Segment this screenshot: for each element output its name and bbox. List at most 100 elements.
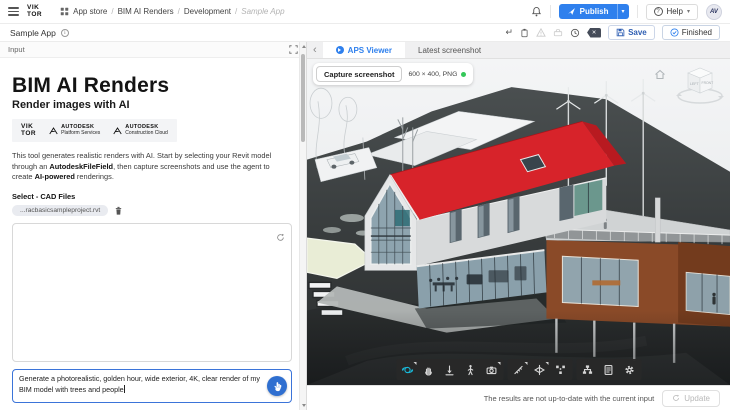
update-label: Update xyxy=(684,394,710,403)
save-icon xyxy=(616,28,625,37)
output-panel: ‹ APS Viewer Latest screenshot xyxy=(307,42,730,410)
grid-icon xyxy=(60,7,69,16)
hand-pointer-icon xyxy=(272,381,283,392)
update-button[interactable]: Update xyxy=(662,390,720,407)
autodesk-construction-cloud-logo: AUTODESK Construction Cloud xyxy=(113,124,168,136)
model-tools-group xyxy=(576,359,641,380)
layers-icon[interactable] xyxy=(553,28,563,37)
app-name: Sample App xyxy=(10,28,56,38)
page-subtitle: Render images with AI xyxy=(12,99,292,111)
home-view-button[interactable] xyxy=(654,67,666,85)
collapse-chevron-icon[interactable]: ‹ xyxy=(307,42,323,58)
viewer-3d-scene[interactable] xyxy=(307,59,730,385)
input-panel-body: BIM AI Renders Render images with AI VIK… xyxy=(0,58,306,410)
breadcrumb-development[interactable]: Development xyxy=(184,7,231,16)
tab-aps-viewer[interactable]: APS Viewer xyxy=(323,42,405,58)
breadcrumb-bim-ai-renders[interactable]: BIM AI Renders xyxy=(118,7,174,16)
partner-logos: VIK TOR AUTODESK Platform Services AU xyxy=(12,119,177,142)
publish-button[interactable]: Publish ▾ xyxy=(559,4,629,19)
page-title: BIM AI Renders xyxy=(12,74,292,98)
app-toolbar: Sample App i ↵ ✕ Save Finis xyxy=(0,24,730,42)
clear-key-icon[interactable]: ✕ xyxy=(587,28,601,38)
app-window: VIK TOR App store / BIM AI Renders / Dev… xyxy=(0,0,730,410)
refresh-icon[interactable] xyxy=(276,229,285,247)
question-icon: ? xyxy=(654,7,663,16)
capture-screenshot-button[interactable]: Capture screenshot xyxy=(316,66,402,82)
avatar[interactable]: AV xyxy=(706,4,722,20)
viktor-logo: VIK TOR xyxy=(27,5,42,18)
autodesk-mark-icon xyxy=(113,127,122,135)
viewcube-front-face: FRONT xyxy=(702,81,714,85)
expand-icon[interactable] xyxy=(289,45,298,54)
finished-button[interactable]: Finished xyxy=(662,25,720,40)
properties-button[interactable] xyxy=(598,360,619,379)
measure-tool-button[interactable] xyxy=(508,360,529,379)
save-button[interactable]: Save xyxy=(608,25,655,40)
breadcrumb-sample-app: Sample App xyxy=(241,7,284,16)
capture-card: Capture screenshot 600 × 400, PNG xyxy=(313,63,473,85)
save-label: Save xyxy=(628,28,647,37)
zoom-tool-button[interactable] xyxy=(439,360,460,379)
return-icon[interactable]: ↵ xyxy=(506,28,514,37)
help-button[interactable]: ? Help ▾ xyxy=(646,4,698,20)
section-tool-button[interactable] xyxy=(529,360,550,379)
model-browser-button[interactable] xyxy=(577,360,598,379)
chevron-down-icon: ▾ xyxy=(687,8,690,15)
refresh-icon xyxy=(672,394,680,402)
app-description: This tool generates realistic renders wi… xyxy=(12,151,292,183)
settings-gear-button[interactable] xyxy=(619,360,640,379)
warning-icon[interactable] xyxy=(536,28,546,37)
status-text: The results are not up-to-date with the … xyxy=(484,394,655,403)
walk-tool-button[interactable] xyxy=(460,360,481,379)
camera-tool-button[interactable] xyxy=(481,360,502,379)
clipboard-icon[interactable] xyxy=(520,28,529,38)
history-icon[interactable] xyxy=(570,28,580,38)
tab-latest-screenshot-label: Latest screenshot xyxy=(418,46,481,55)
input-panel-title: Input xyxy=(8,45,25,54)
breadcrumb-app-store[interactable]: App store xyxy=(73,7,107,16)
publish-dropdown-caret[interactable]: ▾ xyxy=(617,4,629,19)
agent-hand-button[interactable] xyxy=(267,376,287,396)
hamburger-menu-icon[interactable] xyxy=(8,7,19,15)
left-panel-scrollbar[interactable] xyxy=(299,42,306,410)
explode-tool-button[interactable] xyxy=(550,360,571,379)
help-label: Help xyxy=(667,7,683,16)
results-status-bar: The results are not up-to-date with the … xyxy=(307,385,730,410)
orbit-tool-button[interactable] xyxy=(397,360,418,379)
publish-label: Publish xyxy=(580,7,609,16)
divider xyxy=(550,5,551,18)
file-chip-row: ...racbasicsampleproject.rvt xyxy=(12,205,292,216)
cad-files-label: Select - CAD Files xyxy=(12,192,292,201)
agent-output-box xyxy=(12,223,292,362)
pan-tool-button[interactable] xyxy=(418,360,439,379)
viewcube-left-face: LEFT xyxy=(690,82,700,86)
top-header: VIK TOR App store / BIM AI Renders / Dev… xyxy=(0,0,730,24)
resolution-text: 600 × 400, PNG xyxy=(408,71,466,78)
aps-3d-viewer[interactable]: Capture screenshot 600 × 400, PNG xyxy=(307,59,730,385)
finished-label: Finished xyxy=(682,28,712,37)
breadcrumb: App store / BIM AI Renders / Development… xyxy=(60,7,284,16)
tab-aps-viewer-label: APS Viewer xyxy=(348,46,392,55)
view-cube[interactable]: LEFT FRONT xyxy=(674,63,726,112)
autodesk-mark-icon xyxy=(49,127,58,135)
viewer-toolbar xyxy=(396,359,641,380)
breadcrumb-separator: / xyxy=(235,7,237,16)
notifications-bell-icon[interactable] xyxy=(531,6,542,17)
analysis-tools-group xyxy=(507,359,572,380)
text-caret xyxy=(124,385,125,393)
output-tabbar: ‹ APS Viewer Latest screenshot xyxy=(307,42,730,59)
scrollbar-thumb[interactable] xyxy=(301,54,305,142)
info-icon[interactable]: i xyxy=(61,29,69,37)
viktor-logo-bottom: TOR xyxy=(27,12,42,19)
app-toolbar-actions: ↵ ✕ Save Finished xyxy=(506,25,720,40)
aps-viewer-icon xyxy=(336,46,344,54)
tab-latest-screenshot[interactable]: Latest screenshot xyxy=(405,42,494,58)
delete-file-button[interactable] xyxy=(114,206,123,216)
input-panel-header: Input xyxy=(0,42,306,58)
prompt-textarea[interactable]: Generate a photorealistic, golden hour, … xyxy=(12,369,292,403)
divider xyxy=(637,5,638,18)
breadcrumb-separator: / xyxy=(111,7,113,16)
check-circle-icon xyxy=(670,28,679,37)
prompt-text: Generate a photorealistic, golden hour, … xyxy=(19,374,260,394)
input-panel: Input BIM AI Renders Render images with … xyxy=(0,42,307,410)
